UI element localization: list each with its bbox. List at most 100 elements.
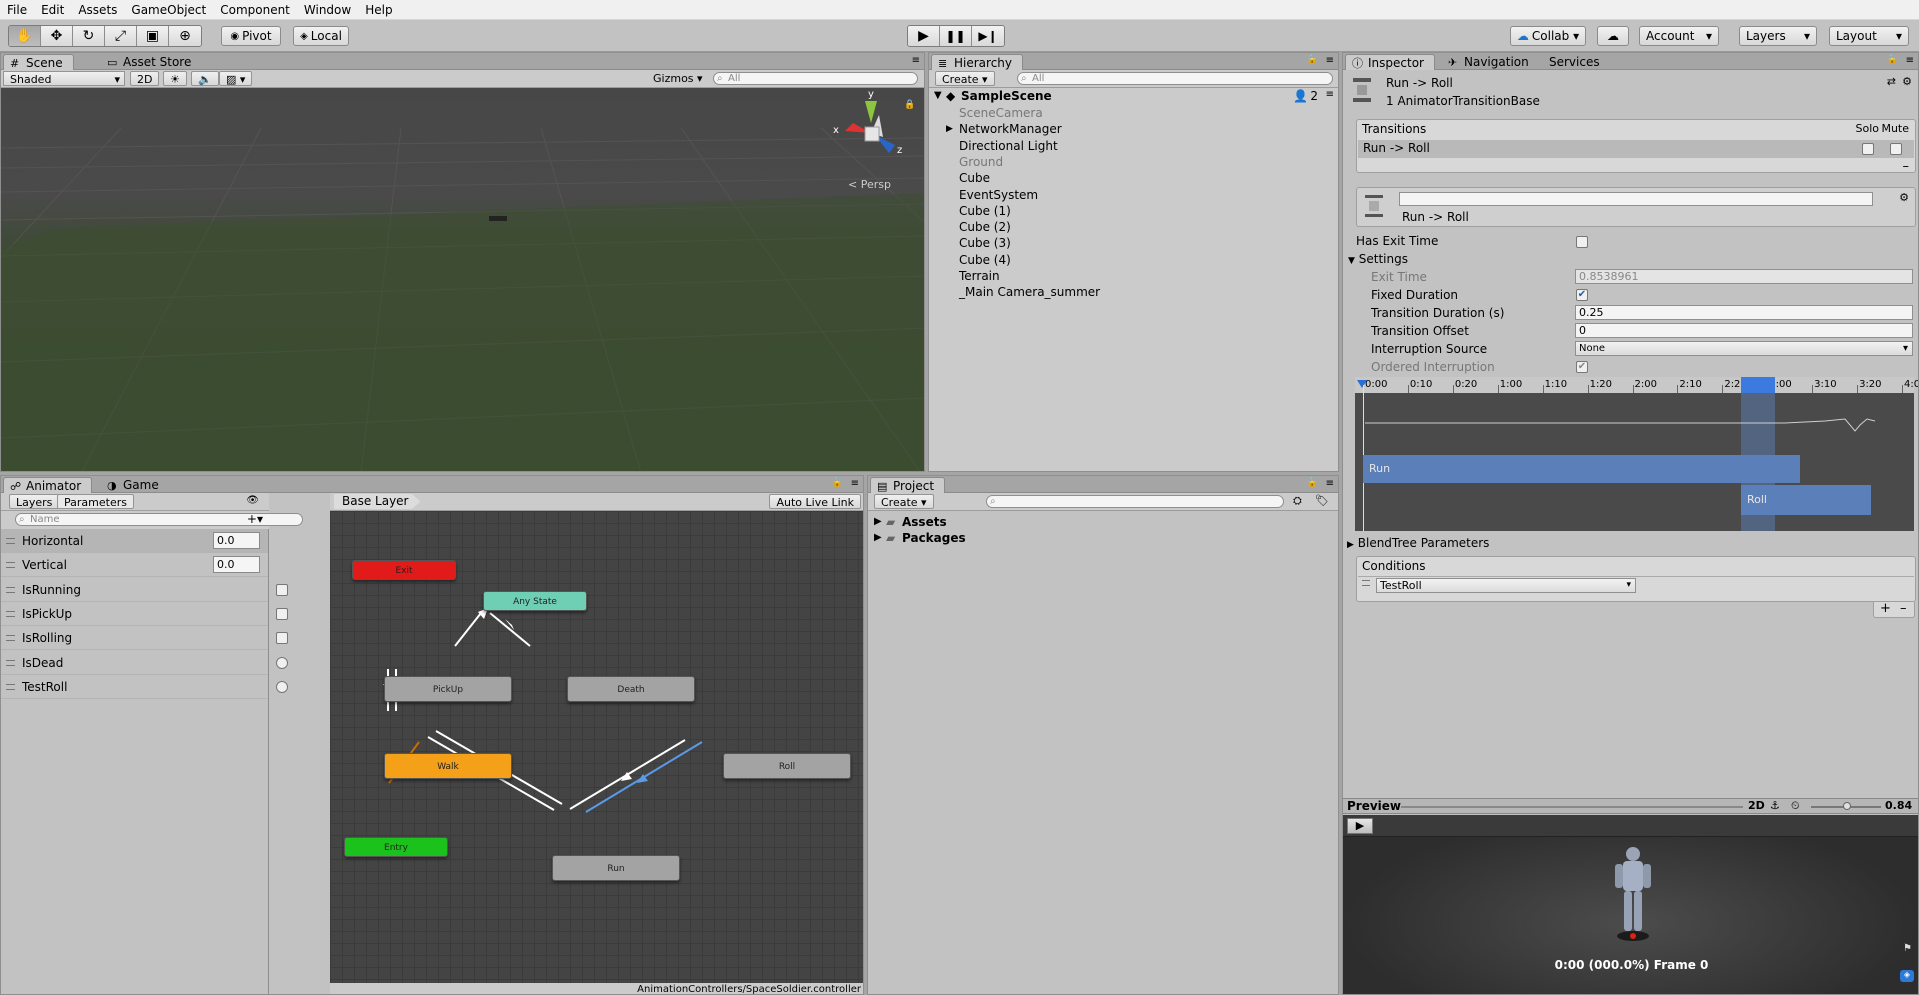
layout-dropdown[interactable]: Layout ▾ bbox=[1829, 26, 1909, 46]
panel-menu-icon[interactable]: ≡ bbox=[1326, 55, 1334, 66]
expand-arrow-icon[interactable]: ▶ bbox=[874, 532, 882, 543]
panel-menu-icon[interactable]: ≡ bbox=[1326, 478, 1334, 489]
tab-parameters[interactable]: Parameters bbox=[57, 494, 134, 509]
drag-handle-icon[interactable] bbox=[6, 635, 15, 642]
filter-label-icon[interactable]: 🏷 bbox=[1315, 494, 1329, 507]
gizmos-dropdown[interactable]: Gizmos ▾ bbox=[653, 71, 703, 86]
drag-handle-icon[interactable] bbox=[6, 586, 15, 593]
tab-navigation[interactable]: ✈ Navigation bbox=[1442, 54, 1539, 70]
hierarchy-item[interactable]: _Main Camera_summer bbox=[929, 284, 1338, 300]
tab-services[interactable]: Services bbox=[1539, 54, 1610, 70]
solo-checkbox[interactable] bbox=[1862, 143, 1874, 155]
hierarchy-item[interactable]: EventSystem bbox=[929, 187, 1338, 203]
gear-icon[interactable]: ⚙ bbox=[1899, 191, 1909, 204]
scale-tool-icon[interactable]: ⤢ bbox=[105, 26, 137, 46]
project-folder-assets[interactable]: ▶ ▰ Assets bbox=[868, 515, 1338, 531]
audio-toggle-icon[interactable]: 🔈 bbox=[191, 71, 219, 86]
menu-window[interactable]: Window bbox=[297, 3, 358, 17]
menu-help[interactable]: Help bbox=[358, 3, 399, 17]
remove-transition-button[interactable]: – bbox=[1903, 159, 1910, 174]
menu-file[interactable]: File bbox=[0, 3, 34, 17]
parameter-row[interactable]: IsRunning bbox=[1, 578, 288, 602]
transition-duration-field[interactable]: 0.25 bbox=[1575, 305, 1913, 320]
drag-handle-icon[interactable] bbox=[6, 538, 15, 544]
menu-gameobject[interactable]: GameObject bbox=[124, 3, 213, 17]
hierarchy-search-input[interactable]: ⌕ All bbox=[1017, 72, 1333, 85]
drag-handle-icon[interactable] bbox=[6, 683, 15, 690]
transform-tool-icon[interactable]: ⊕ bbox=[169, 26, 201, 46]
add-parameter-button[interactable]: +▾ bbox=[247, 512, 263, 526]
drag-handle-icon[interactable] bbox=[6, 659, 15, 666]
preview-play-icon[interactable]: ▶ bbox=[1347, 818, 1373, 834]
parameter-bool-checkbox[interactable] bbox=[276, 607, 288, 620]
roll-state-node[interactable]: Roll bbox=[723, 753, 851, 779]
lock-icon[interactable]: 🔒 bbox=[904, 100, 915, 110]
lighting-toggle-icon[interactable]: ☀ bbox=[163, 71, 187, 86]
projection-label[interactable]: < Persp bbox=[848, 178, 891, 191]
transition-range-handle[interactable] bbox=[1741, 377, 1775, 393]
project-search-input[interactable]: ⌕ bbox=[986, 495, 1284, 508]
lock-icon[interactable]: 🔒 bbox=[832, 478, 843, 488]
lock-icon[interactable]: 🔒 bbox=[1307, 55, 1318, 65]
ordered-interruption-checkbox[interactable]: ✔ bbox=[1576, 361, 1588, 373]
rotate-tool-icon[interactable]: ↻ bbox=[73, 26, 105, 46]
exit-state-node[interactable]: Exit bbox=[352, 560, 456, 580]
walk-state-node[interactable]: Walk bbox=[384, 753, 512, 779]
scene-viewport[interactable]: y x z < Persp 🔒 bbox=[1, 88, 924, 471]
timeline-playhead-icon[interactable] bbox=[1357, 377, 1367, 388]
hierarchy-item[interactable]: Ground bbox=[929, 154, 1338, 170]
tab-hierarchy[interactable]: ≣ Hierarchy bbox=[931, 54, 1024, 70]
hierarchy-item[interactable]: Directional Light bbox=[929, 138, 1338, 154]
layers-dropdown[interactable]: Layers ▾ bbox=[1739, 26, 1817, 46]
collab-button[interactable]: ☁ Collab ▾ bbox=[1510, 26, 1586, 46]
scene-root-row[interactable]: ▼ ◆ SampleScene 👤 2 ≡ bbox=[929, 89, 1338, 105]
state-machine-canvas[interactable]: Exit Any State PickUp Death Walk Roll Entry Run bbox=[330, 511, 863, 983]
preview-2d-toggle[interactable]: 2D bbox=[1748, 799, 1765, 812]
tab-inspector[interactable]: ⓘ Inspector bbox=[1345, 54, 1435, 70]
parameter-row[interactable]: IsPickUp bbox=[1, 602, 288, 626]
eye-icon[interactable]: 👁 bbox=[246, 495, 259, 506]
blendtree-foldout[interactable]: ▶ BlendTree Parameters bbox=[1347, 536, 1489, 550]
play-icon[interactable]: ▶ bbox=[908, 26, 940, 46]
death-state-node[interactable]: Death bbox=[567, 676, 695, 702]
panel-menu-icon[interactable]: ≡ bbox=[912, 55, 920, 66]
cloud-button[interactable]: ☁ bbox=[1597, 26, 1629, 46]
project-folder-packages[interactable]: ▶ ▰ Packages bbox=[868, 531, 1338, 547]
lock-icon[interactable]: 🔒 bbox=[1307, 478, 1318, 488]
transition-row[interactable]: Run -> Roll bbox=[1358, 140, 1914, 158]
pivot-icon[interactable]: ⚑ bbox=[1903, 943, 1912, 954]
account-dropdown[interactable]: Account ▾ bbox=[1639, 26, 1719, 46]
scene-gizmo[interactable]: y x z bbox=[831, 89, 911, 173]
breadcrumb-base-layer[interactable]: Base Layer bbox=[334, 494, 421, 509]
tab-animator[interactable]: ☍ Animator bbox=[3, 477, 93, 493]
panel-menu-icon[interactable]: ≡ bbox=[851, 478, 859, 489]
parameter-trigger-radio[interactable] bbox=[276, 680, 288, 693]
parameter-value-field[interactable]: 0.0 bbox=[213, 532, 260, 549]
preset-icon[interactable]: ⇄ bbox=[1887, 75, 1896, 88]
parameter-value-field[interactable]: 0.0 bbox=[213, 556, 260, 574]
shading-mode-dropdown[interactable]: Shaded ▾ bbox=[3, 71, 125, 86]
pickup-state-node[interactable]: PickUp bbox=[384, 676, 512, 702]
preview-drag-bar[interactable] bbox=[1401, 806, 1743, 808]
hierarchy-item[interactable]: Cube (4) bbox=[929, 252, 1338, 268]
parameter-row[interactable]: Horizontal 0.0 bbox=[1, 529, 268, 553]
hierarchy-item[interactable]: Terrain bbox=[929, 268, 1338, 284]
speed-icon[interactable]: ⏲ bbox=[1791, 799, 1800, 813]
expand-arrow-icon[interactable]: ▼ bbox=[934, 90, 942, 101]
hierarchy-item[interactable]: Cube (2) bbox=[929, 219, 1338, 235]
parameter-row[interactable]: Vertical 0.0 bbox=[1, 553, 268, 578]
effects-toggle-icon[interactable]: ▨ ▾ bbox=[219, 71, 253, 86]
2d-toggle[interactable]: 2D bbox=[130, 71, 160, 86]
local-button[interactable]: ◈ Local bbox=[293, 26, 349, 46]
hand-tool-icon[interactable]: ✋ bbox=[9, 26, 41, 46]
exit-time-field[interactable]: 0.8538961 bbox=[1575, 269, 1913, 284]
mute-checkbox[interactable] bbox=[1890, 143, 1902, 155]
drag-handle-icon[interactable] bbox=[6, 610, 15, 617]
expand-arrow-icon[interactable]: ▶ bbox=[874, 516, 882, 527]
pivot-button[interactable]: ◉ Pivot bbox=[221, 26, 281, 46]
tab-layers[interactable]: Layers bbox=[9, 494, 60, 509]
scene-menu-icon[interactable]: ≡ bbox=[1326, 89, 1334, 100]
entry-state-node[interactable]: Entry bbox=[344, 837, 448, 857]
transition-offset-field[interactable]: 0 bbox=[1575, 323, 1913, 338]
preview-viewport[interactable]: ▶ 0:00 (000.0%) Frame 0 ⚑ ◈ bbox=[1343, 815, 1918, 994]
